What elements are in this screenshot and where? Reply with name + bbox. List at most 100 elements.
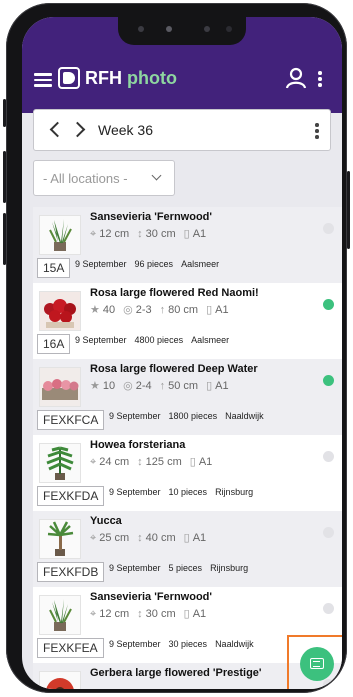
pot-icon: ⌖ [90,608,97,620]
lot-code-badge: FEXKFDA [37,486,105,506]
scan-button[interactable] [300,647,334,681]
maturity-icon: ◎ [123,304,133,316]
spec-value: 50 cm [168,380,199,392]
spec-value: A1 [198,456,213,468]
lot-date: 9 September [109,563,161,573]
lot-location: Rijnsburg [215,487,254,497]
spec-value: 12 cm [99,608,130,620]
status-dot [323,299,334,310]
product-name: Gerbera large flowered 'Prestige' [90,667,262,679]
lot-code-badge: 15A [37,258,71,278]
quality-icon: ▯ [183,228,190,240]
spec-value: 40 cm [145,532,176,544]
lot-code-badge: FEXKFEA [37,638,104,658]
camera-dot-icon [138,26,144,32]
lot-info: 9 September 5 pieces Rijnsburg [109,563,248,573]
lot-date: 9 September [109,639,161,649]
spec-value: 25 cm [99,532,130,544]
status-dot [323,223,334,234]
status-dot [323,603,334,614]
list-item[interactable]: Howea forsteriana ⌖ 24 cm ↕ 125 cm ▯ A1 FEXKFDA… [33,435,342,512]
status-dot [323,527,334,538]
lot-info: 9 September 30 pieces Naaldwijk [109,639,254,649]
spec-value: 30 cm [145,228,176,240]
scan-icon [310,658,324,669]
lot-location: Naaldwijk [225,411,264,421]
plant-sansevieria-icon [39,215,81,255]
pot-icon: ⌖ [90,456,97,468]
week-more-icon[interactable] [315,123,319,139]
spec-value: 40 [102,304,116,316]
list-item[interactable]: Rosa large flowered Deep Water ★ 10 ◎ 2-4 ↑ 50… [33,359,342,436]
spec-value: 24 cm [99,456,130,468]
lot-pieces: 1800 pieces [168,411,218,421]
app-screen: RFH photo Week 36 - All locations - Sans… [22,17,342,689]
pot-icon: ⌖ [90,532,97,544]
spec-value: A1 [192,608,207,620]
lot-date: 9 September [75,259,127,269]
previous-week-icon[interactable] [49,121,66,138]
product-name: Howea forsteriana [90,439,186,451]
header-more-icon[interactable] [318,71,322,87]
plant-sansevieria-icon [39,595,81,635]
spec-value: 80 cm [168,304,199,316]
brand-left: RFH [85,68,122,88]
height-icon: ↕ [137,608,143,620]
lot-pieces: 96 pieces [134,259,174,269]
quality-icon: ▯ [189,456,196,468]
lot-info: 9 September 4800 pieces Aalsmeer [75,335,229,345]
status-dot [323,375,334,386]
spec-value: 2-4 [135,380,152,392]
spec-value: 10 [102,380,116,392]
list-item[interactable]: Yucca ⌖ 25 cm ↕ 40 cm ▯ A1 FEXKFDB 9 September 5 … [33,511,342,588]
week-label: Week 36 [98,122,153,138]
quality-icon: ▯ [206,304,213,316]
lot-pieces: 4800 pieces [134,335,184,345]
side-button [3,213,6,265]
list-item[interactable]: Rosa large flowered Red Naomi! ★ 40 ◎ 2-3 ↑ 80… [33,283,342,360]
maturity-icon: ◎ [123,380,133,392]
week-navigator: Week 36 [33,109,331,151]
lot-location: Naaldwijk [215,639,254,649]
side-button [347,171,350,249]
lot-pieces: 30 pieces [168,639,208,649]
lot-date: 9 September [109,411,161,421]
spec-value: 30 cm [145,608,176,620]
hamburger-menu-icon[interactable] [34,73,52,87]
spec-value: 12 cm [99,228,130,240]
fab-highlight [287,635,342,689]
side-button [3,99,6,127]
next-week-icon[interactable] [69,121,86,138]
lot-location: Aalsmeer [181,259,220,269]
location-filter-select[interactable]: - All locations - [33,160,175,196]
lot-code-badge: 16A [37,334,71,354]
list-item[interactable]: Sansevieria 'Fernwood' ⌖ 12 cm ↕ 30 cm ▯ A1 15A… [33,207,342,284]
status-dot [323,451,334,462]
flower-rose-pink-icon [39,367,81,407]
height-icon: ↕ [137,532,143,544]
user-account-icon[interactable] [285,67,307,89]
product-specs: ★ 10 ◎ 2-4 ↑ 50 cm ▯ A1 [90,379,229,392]
brand-right: photo [127,68,177,88]
product-specs: ★ 40 ◎ 2-3 ↑ 80 cm ▯ A1 [90,303,229,316]
product-name: Sansevieria 'Fernwood' [90,211,212,223]
product-specs: ⌖ 25 cm ↕ 40 cm ▯ A1 [90,531,206,545]
phone-frame: RFH photo Week 36 - All locations - Sans… [3,3,350,693]
app-title: RFH photo [85,68,177,89]
rank-icon: ★ [90,380,100,392]
camera-notch [118,17,246,45]
height-icon: ↕ [137,228,143,240]
lot-pieces: 10 pieces [168,487,208,497]
product-specs: ⌖ 12 cm ↕ 30 cm ▯ A1 [90,227,206,241]
sensor-dot-icon [166,26,172,32]
quality-icon: ▯ [183,532,190,544]
height-icon: ↕ [137,456,143,468]
lot-info: 9 September 1800 pieces Naaldwijk [109,411,264,421]
lot-location: Aalsmeer [191,335,230,345]
product-name: Yucca [90,515,122,527]
rfh-logo-icon [58,67,80,89]
spec-value: A1 [215,304,229,316]
quality-icon: ▯ [183,608,190,620]
plant-palm-icon [39,443,81,483]
pot-icon: ⌖ [90,228,97,240]
